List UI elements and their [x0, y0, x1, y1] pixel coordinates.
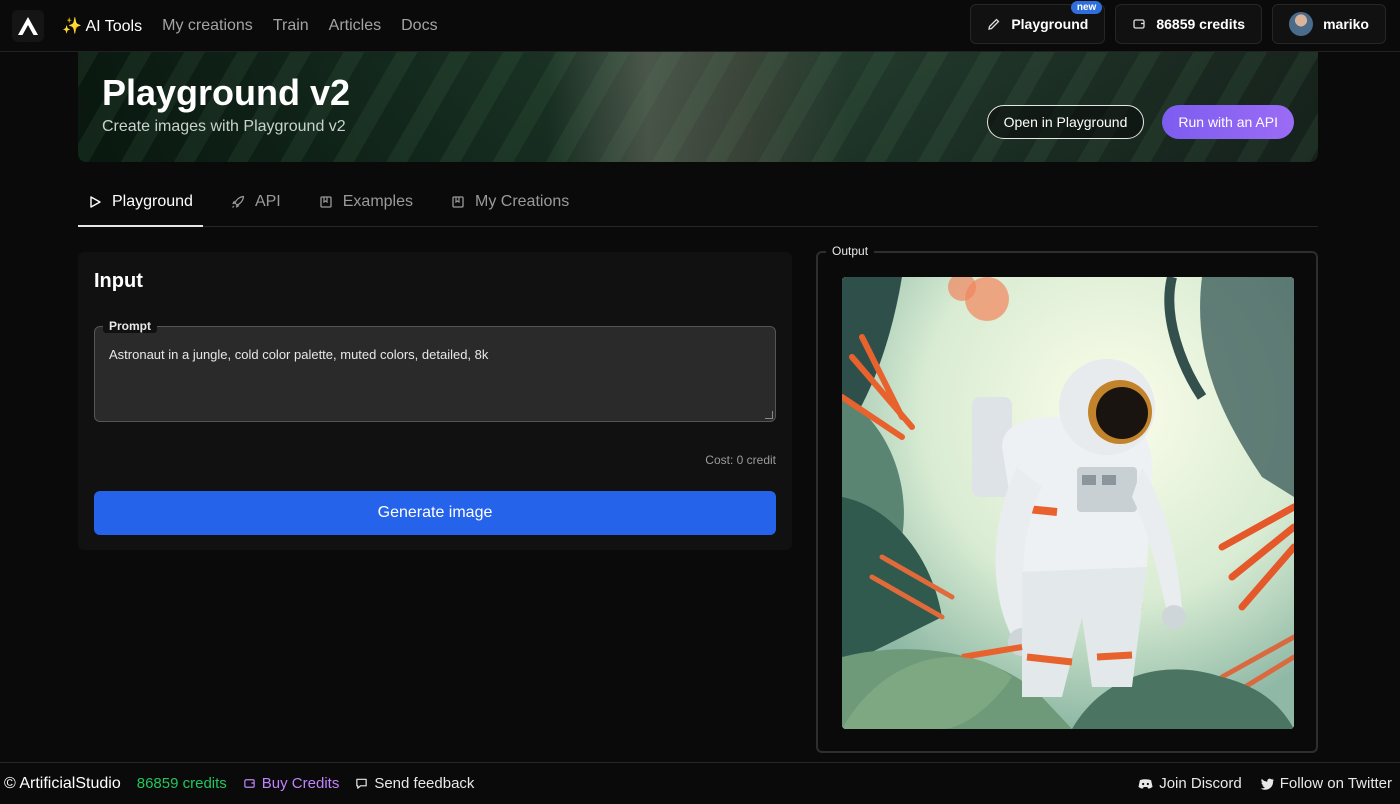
send-feedback-label: Send feedback	[374, 775, 475, 792]
rocket-icon	[232, 195, 245, 208]
user-menu[interactable]: mariko	[1272, 4, 1386, 44]
wallet-icon	[244, 779, 255, 788]
follow-twitter-link[interactable]: Follow on Twitter	[1260, 775, 1392, 792]
tab-label: Examples	[342, 193, 413, 210]
nav-articles[interactable]: Articles	[329, 17, 381, 35]
page-subtitle: Create images with Playground v2	[102, 118, 346, 135]
output-label: Output	[826, 244, 875, 258]
page-title: Playground v2	[102, 72, 351, 113]
nav-links: ✨ AI Tools My creations Train Articles D…	[62, 16, 438, 36]
output-image[interactable]	[842, 277, 1294, 729]
buy-credits-label: Buy Credits	[261, 775, 340, 792]
nav-ai-tools[interactable]: ✨ AI Tools	[62, 16, 142, 36]
buy-credits-link[interactable]: Buy Credits	[243, 775, 340, 792]
nav-actions: Playground new 86859 credits mariko	[970, 1, 1386, 44]
tab-examples[interactable]: Examples	[309, 178, 423, 226]
tab-playground[interactable]: Playground	[78, 178, 203, 227]
astronaut-illustration	[842, 277, 1294, 729]
play-icon	[90, 195, 101, 208]
nav-my-creations[interactable]: My creations	[162, 17, 253, 35]
tab-api[interactable]: API	[221, 178, 291, 226]
top-nav: ✨ AI Tools My creations Train Articles D…	[0, 0, 1400, 52]
footer-brand[interactable]: © ArtificialStudio	[4, 775, 121, 793]
discord-icon	[1138, 778, 1153, 788]
tab-label: Playground	[112, 192, 193, 210]
footer: © ArtificialStudio 86859 credits Buy Cre…	[0, 762, 1400, 804]
output-panel: Output	[816, 244, 1318, 753]
join-discord-link[interactable]: Join Discord	[1138, 775, 1242, 792]
prompt-label: Prompt	[103, 319, 157, 333]
join-discord-label: Join Discord	[1159, 775, 1242, 792]
send-feedback-link[interactable]: Send feedback	[355, 775, 474, 792]
new-badge: new	[1070, 1, 1103, 14]
playground-button[interactable]: Playground new	[970, 1, 1106, 44]
footer-social: Join Discord Follow on Twitter	[1138, 775, 1392, 792]
prompt-value: Astronaut in a jungle, cold color palett…	[109, 347, 489, 362]
hero-actions: Open in Playground Run with an API	[986, 105, 1294, 139]
app-logo[interactable]	[12, 9, 44, 42]
user-name: mariko	[1323, 16, 1369, 32]
tab-label: My Creations	[475, 193, 570, 210]
prompt-textarea[interactable]: Prompt Astronaut in a jungle, cold color…	[94, 319, 776, 422]
pencil-icon	[988, 18, 1000, 30]
follow-twitter-label: Follow on Twitter	[1279, 775, 1392, 792]
credits-label: 86859 credits	[1156, 16, 1246, 32]
tab-label: API	[254, 193, 281, 210]
hero-banner: Playground v2 Create images with Playgro…	[78, 52, 1318, 162]
input-title: Input	[94, 270, 143, 292]
tab-my-creations[interactable]: My Creations	[441, 178, 579, 226]
playground-label: Playground	[1011, 16, 1089, 32]
input-panel: Input Prompt Astronaut in a jungle, cold…	[78, 252, 792, 550]
tab-bar: Playground API Examples My Creations	[78, 178, 1318, 227]
chat-bubble-icon	[356, 778, 368, 789]
generate-image-button[interactable]: Generate image	[94, 491, 776, 535]
wallet-icon	[1133, 19, 1145, 29]
open-in-playground-button[interactable]: Open in Playground	[986, 105, 1145, 139]
resize-handle[interactable]	[765, 411, 773, 419]
avatar	[1289, 12, 1314, 36]
logo-icon	[18, 16, 38, 35]
footer-credits: 86859 credits	[136, 775, 227, 792]
cost-label: Cost: 0 credit	[705, 453, 776, 467]
run-with-api-button[interactable]: Run with an API	[1162, 105, 1294, 139]
credits-button[interactable]: 86859 credits	[1115, 4, 1263, 44]
bookmark-icon	[452, 196, 464, 208]
nav-train[interactable]: Train	[273, 17, 309, 35]
bookmark-icon	[320, 196, 332, 208]
twitter-icon	[1260, 778, 1274, 790]
nav-docs[interactable]: Docs	[401, 17, 437, 35]
